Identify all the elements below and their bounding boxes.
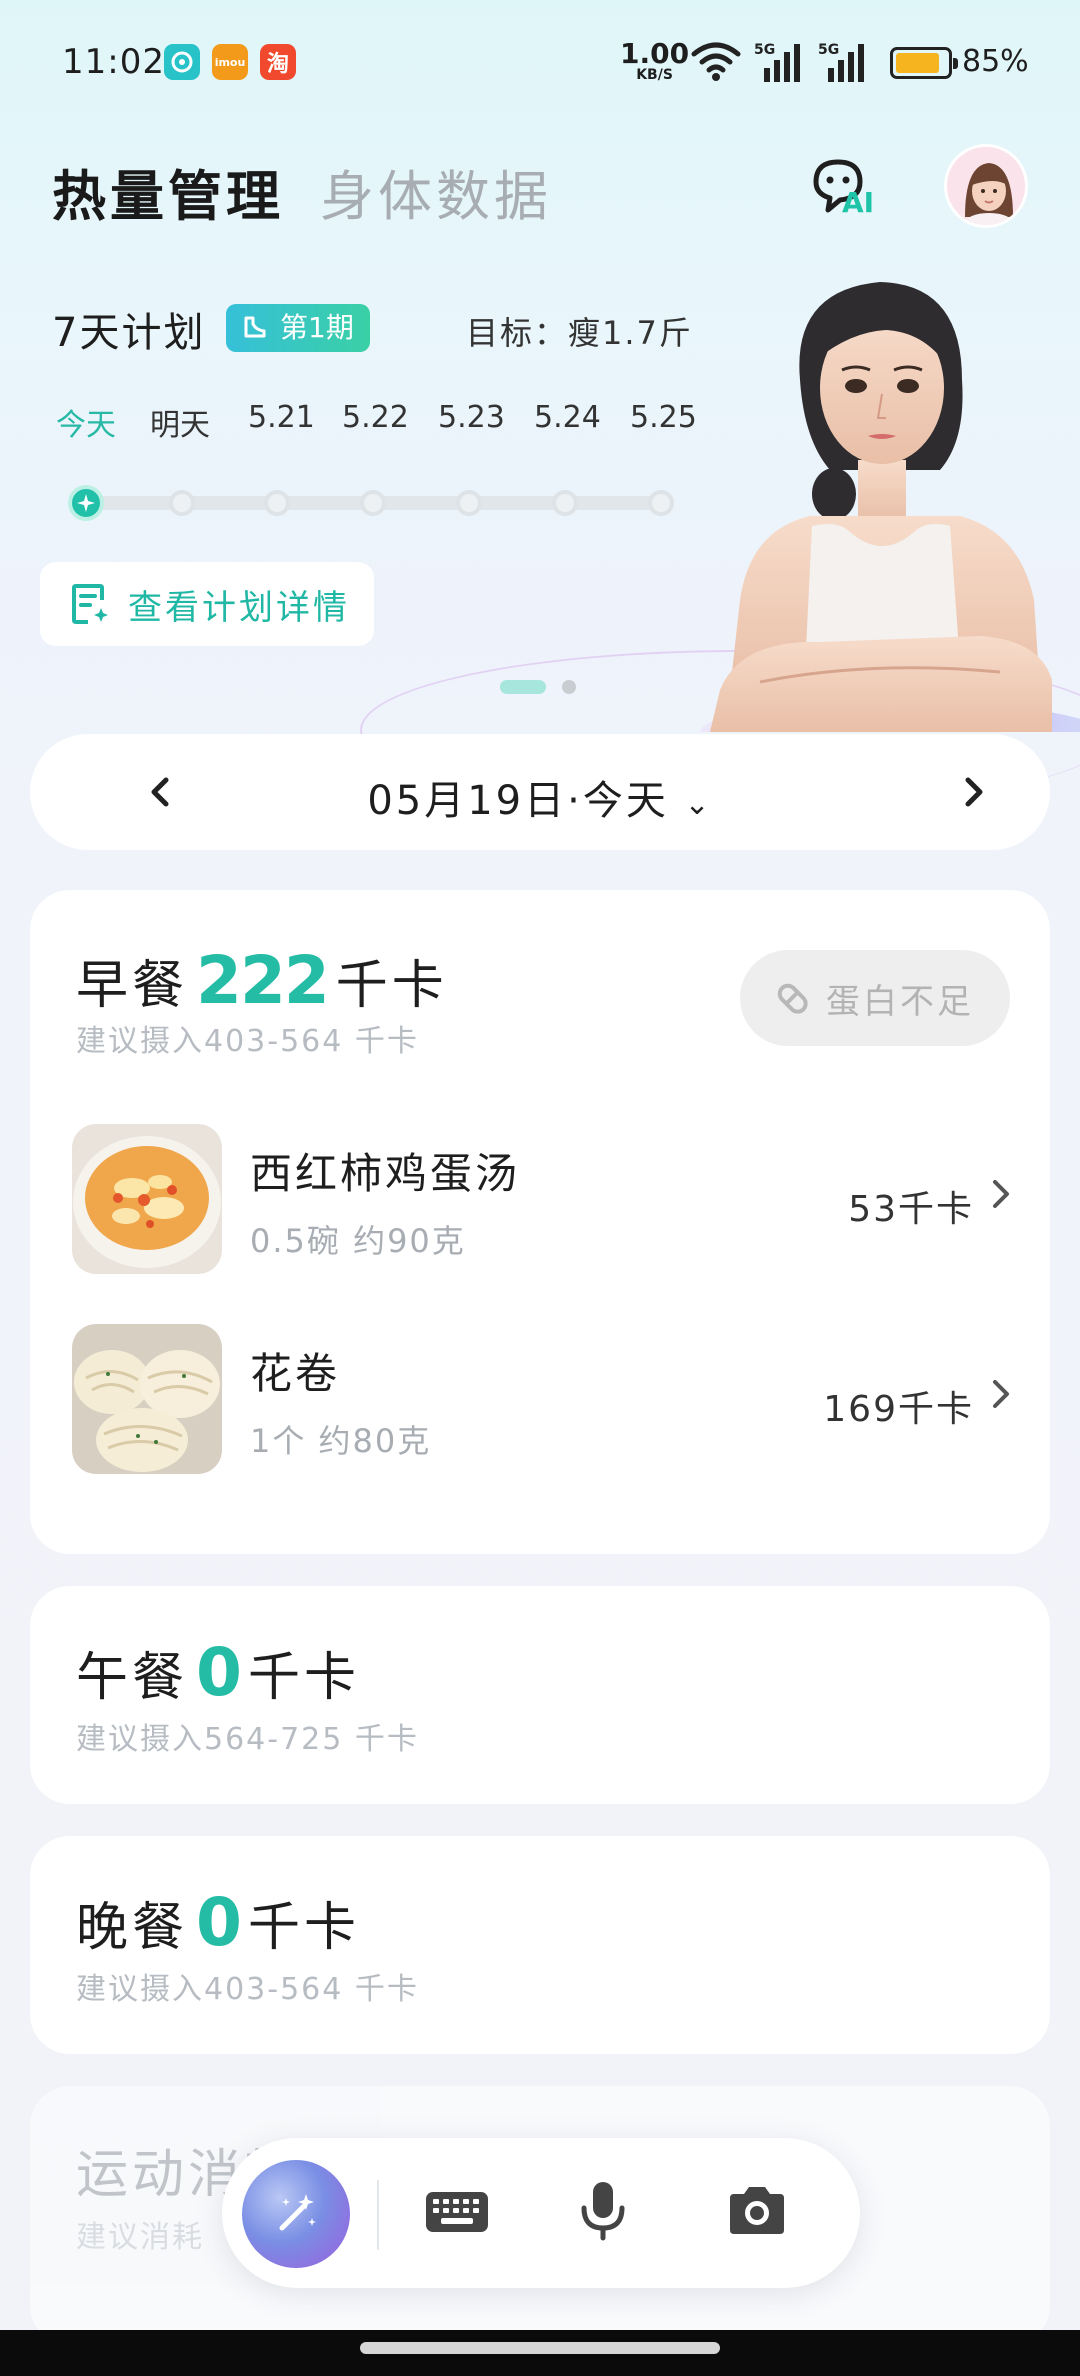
signal-5g-icon: 5G	[754, 42, 800, 82]
ai-magic-button[interactable]	[242, 2160, 350, 2268]
date-picker[interactable]: 05月19日·今天 ⌄	[30, 768, 1050, 826]
plan-day-1[interactable]: 明天	[150, 400, 210, 444]
dinner-title: 晚餐 0 千卡	[76, 1884, 360, 1961]
status-time: 11:02	[62, 42, 165, 82]
breakfast-title: 早餐 222 千卡	[76, 942, 448, 1019]
plan-day-6[interactable]: 5.25	[630, 400, 697, 435]
plan-progress-dot[interactable]	[264, 490, 290, 516]
lunch-title: 午餐 0 千卡	[76, 1634, 360, 1711]
status-bar: 11:02 imou 淘 1.00 KB/S 5G 5G 85%	[0, 0, 1080, 130]
camera-input-button[interactable]	[724, 2178, 790, 2248]
tab-calorie-management[interactable]: 热量管理	[52, 152, 284, 231]
plan-day-5[interactable]: 5.24	[534, 400, 601, 435]
tomato-egg-soup-image	[72, 1124, 222, 1274]
network-speed: 1.00 KB/S	[620, 37, 690, 83]
chevron-down-icon: ⌄	[684, 787, 713, 822]
plan-day-2[interactable]: 5.21	[248, 400, 315, 435]
tab-body-data[interactable]: 身体数据	[320, 152, 552, 231]
character-illustration	[700, 282, 1080, 732]
food-kcal: 53千卡	[848, 1189, 974, 1230]
plan-progress-dot[interactable]	[648, 490, 674, 516]
flower-roll-image	[72, 1324, 222, 1474]
food-item[interactable]: 西红柿鸡蛋汤 0.5碗 约90克 53千卡	[72, 1124, 1012, 1274]
lunch-card[interactable]: 午餐 0 千卡 建议摄入564-725 千卡	[30, 1586, 1050, 1804]
boot-icon	[244, 316, 266, 338]
view-plan-details-label: 查看计划详情	[128, 587, 350, 628]
dinner-suggestion: 建议摄入403-564 千卡	[76, 1972, 419, 2007]
imou-app-icon: imou	[212, 44, 248, 80]
next-day-button[interactable]	[944, 762, 1004, 822]
view-plan-details-button[interactable]: 查看计划详情	[40, 562, 374, 646]
dinner-card[interactable]: 晚餐 0 千卡 建议摄入403-564 千卡	[30, 1836, 1050, 2054]
app-notification-icon	[164, 44, 200, 80]
plan-progress-dot[interactable]	[456, 490, 482, 516]
date-navigator: 05月19日·今天 ⌄	[30, 734, 1050, 850]
magic-wand-icon	[279, 2194, 316, 2231]
svg-text:AI: AI	[842, 186, 874, 218]
keyboard-icon	[426, 2192, 488, 2232]
svg-text:5G: 5G	[818, 42, 839, 58]
input-toolbar	[222, 2138, 860, 2288]
system-navigation-bar	[0, 2330, 1080, 2376]
chevron-right-icon	[990, 1176, 1012, 1222]
lunch-kcal: 0	[196, 1634, 242, 1711]
food-quantity: 1个 约80克	[250, 1422, 432, 1460]
battery-percent: 85%	[962, 44, 1029, 79]
plan-day-0[interactable]: 今天	[56, 400, 116, 444]
voice-input-button[interactable]	[570, 2178, 636, 2248]
microphone-icon	[581, 2182, 625, 2241]
wifi-icon	[691, 42, 741, 81]
food-name: 西红柿鸡蛋汤	[250, 1149, 521, 1198]
breakfast-kcal: 222	[196, 942, 330, 1019]
food-quantity: 0.5碗 约90克	[250, 1222, 466, 1260]
chevron-right-icon	[990, 1376, 1012, 1422]
keyboard-input-button[interactable]	[424, 2178, 490, 2248]
food-item[interactable]: 花卷 1个 约80克 169千卡	[72, 1324, 1012, 1474]
current-date: 05月19日·今天	[367, 778, 669, 824]
plan-progress-dot-today[interactable]	[68, 485, 104, 521]
protein-warning-chip[interactable]: 蛋白不足	[740, 950, 1010, 1046]
signal-5g-icon-2: 5G	[818, 42, 864, 82]
svg-text:5G: 5G	[754, 42, 775, 58]
breakfast-suggestion: 建议摄入403-564 千卡	[76, 1024, 419, 1059]
plan-title: 7天计划	[52, 310, 206, 356]
ai-chat-icon: AI	[813, 159, 874, 219]
exercise-suggestion: 建议消耗	[76, 2220, 204, 2255]
plan-day-3[interactable]: 5.22	[342, 400, 409, 435]
ai-assistant-button[interactable]: AI	[808, 156, 880, 219]
chevron-right-icon	[965, 777, 983, 807]
plan-progress-dot[interactable]	[169, 490, 195, 516]
breakfast-card[interactable]: 早餐 222 千卡 建议摄入403-564 千卡 蛋白不足 西红柿鸡蛋汤 0.5…	[30, 890, 1050, 1554]
plan-day-4[interactable]: 5.23	[438, 400, 505, 435]
home-indicator[interactable]	[360, 2342, 720, 2354]
camera-icon	[730, 2187, 784, 2234]
food-kcal: 169千卡	[823, 1389, 974, 1430]
plan-progress-dot[interactable]	[360, 490, 386, 516]
plan-period-badge: 第1期	[226, 304, 370, 352]
plan-goal: 目标：瘦1.7斤	[466, 314, 693, 352]
lunch-suggestion: 建议摄入564-725 千卡	[76, 1722, 419, 1757]
user-avatar[interactable]	[944, 144, 1028, 228]
toolbar-divider	[377, 2180, 379, 2250]
battery-icon	[890, 47, 958, 79]
plan-progress-dot[interactable]	[552, 490, 578, 516]
document-edit-icon	[72, 584, 108, 624]
taobao-app-icon: 淘	[260, 44, 296, 80]
pill-icon	[777, 983, 808, 1014]
dinner-kcal: 0	[196, 1884, 242, 1961]
food-name: 花卷	[250, 1349, 341, 1398]
